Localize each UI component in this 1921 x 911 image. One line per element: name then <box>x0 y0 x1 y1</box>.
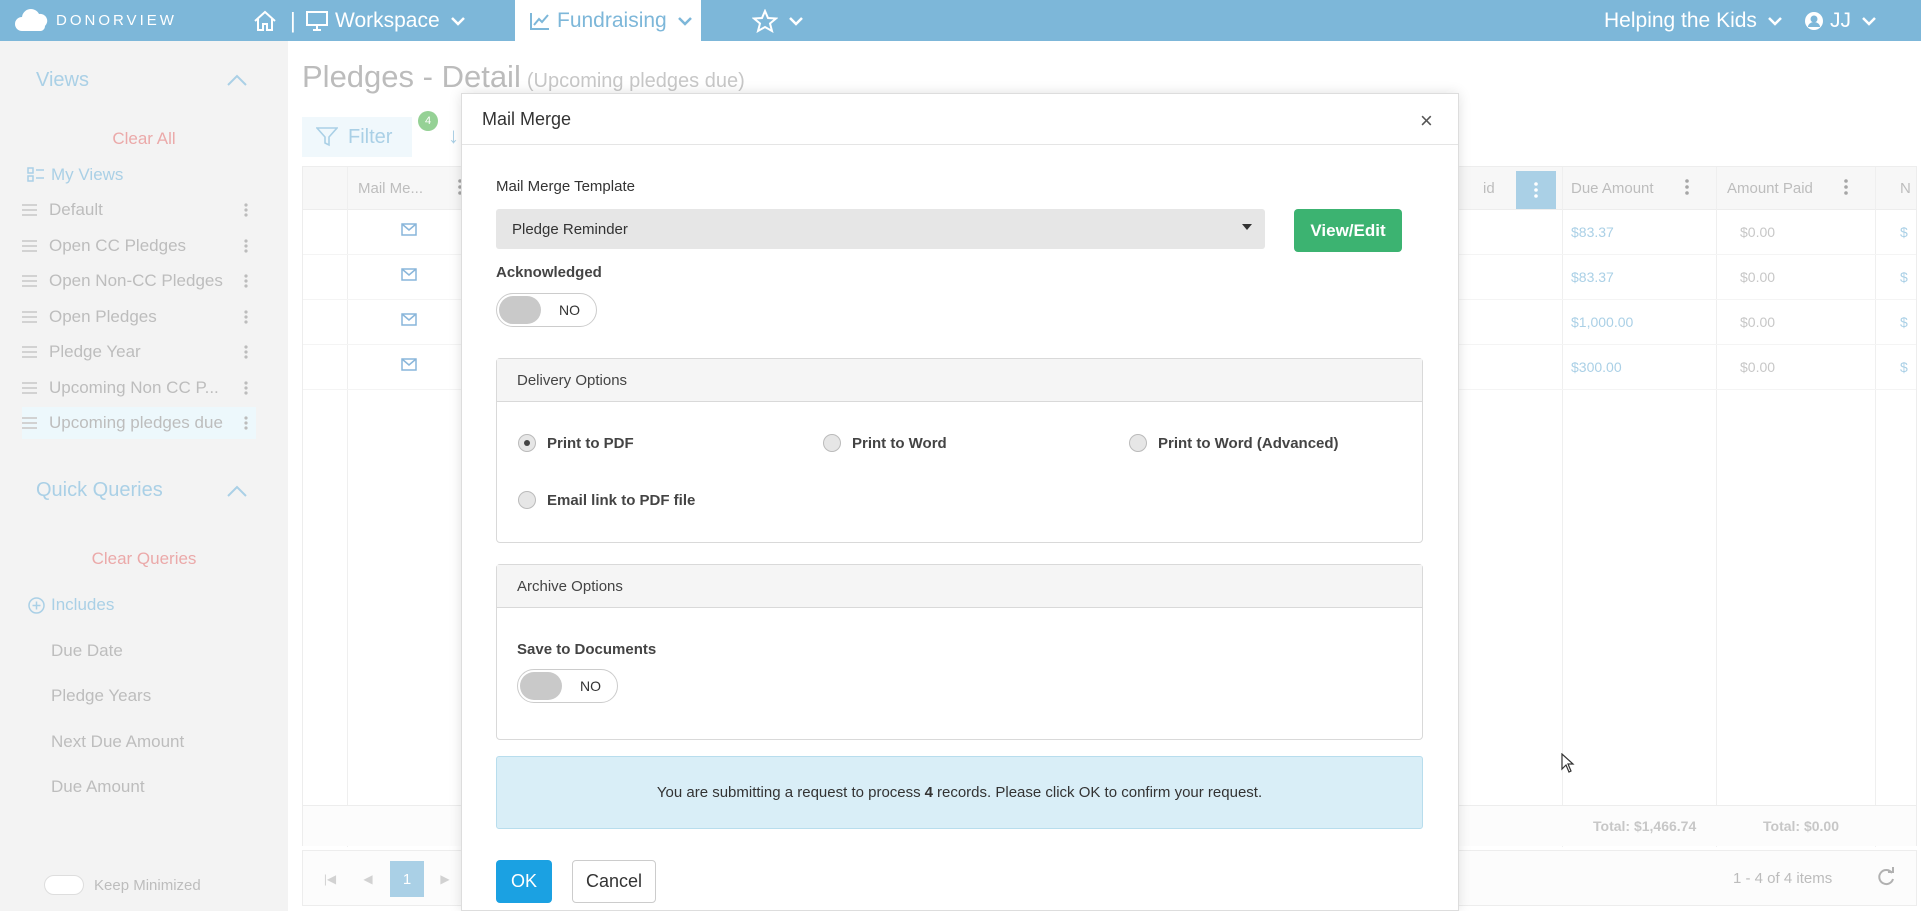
chart-line-icon <box>530 12 549 30</box>
ok-button[interactable]: OK <box>496 860 552 903</box>
save-documents-toggle[interactable]: NO <box>517 669 618 703</box>
home-icon[interactable] <box>252 0 278 41</box>
chevron-down-icon <box>1768 16 1782 26</box>
radio-icon <box>823 434 841 452</box>
save-documents-label: Save to Documents <box>517 641 657 658</box>
monitor-icon <box>306 10 328 31</box>
save-documents-value: NO <box>580 678 601 694</box>
mail-merge-dialog: Mail Merge × Mail Merge Template Pledge … <box>461 93 1459 911</box>
workspace-label: Workspace <box>335 8 440 32</box>
info-record-count: 4 <box>924 784 933 801</box>
close-icon[interactable]: × <box>1420 108 1433 134</box>
fundraising-tab[interactable]: Fundraising <box>515 0 701 41</box>
chevron-down-icon <box>1862 16 1876 26</box>
acknowledged-value: NO <box>559 302 580 318</box>
toggle-knob <box>520 672 562 700</box>
radio-selected-icon <box>518 434 536 452</box>
radio-print-pdf[interactable]: Print to PDF <box>518 434 634 452</box>
template-label: Mail Merge Template <box>496 178 635 195</box>
radio-label: Email link to PDF file <box>547 491 696 509</box>
top-nav: DONORVIEW | Workspace Fundraising Helpin… <box>0 0 1921 41</box>
radio-label: Print to PDF <box>547 434 634 452</box>
logo-cloud-icon <box>15 8 48 31</box>
dialog-header: Mail Merge × <box>462 94 1458 145</box>
acknowledged-toggle[interactable]: NO <box>496 293 597 327</box>
view-edit-button[interactable]: View/Edit <box>1294 209 1402 252</box>
toggle-knob <box>499 296 541 324</box>
radio-email-link[interactable]: Email link to PDF file <box>518 491 695 509</box>
info-text-pre: You are submitting a request to process <box>656 784 921 801</box>
chevron-down-icon <box>677 16 692 26</box>
chevron-down-icon <box>789 16 803 26</box>
logo-text: DONORVIEW <box>56 12 177 29</box>
user-initials: JJ <box>1830 8 1851 32</box>
template-select-value: Pledge Reminder <box>512 220 628 238</box>
delivery-options-heading: Delivery Options <box>497 359 1422 402</box>
organization-menu[interactable]: Helping the Kids <box>1604 0 1783 41</box>
archive-options-heading: Archive Options <box>497 565 1422 608</box>
radio-icon <box>1129 434 1147 452</box>
favorites-menu[interactable] <box>752 0 804 41</box>
user-menu[interactable]: JJ <box>1804 0 1877 41</box>
dialog-title: Mail Merge <box>482 109 572 129</box>
star-icon <box>752 8 778 33</box>
organization-name: Helping the Kids <box>1604 8 1757 32</box>
mouse-cursor-icon <box>1561 753 1575 773</box>
caret-down-icon <box>1242 224 1252 230</box>
radio-print-word[interactable]: Print to Word <box>823 434 947 452</box>
info-text-post: records. Please click OK to confirm your… <box>937 784 1263 801</box>
workspace-menu[interactable]: Workspace <box>305 0 472 41</box>
template-select[interactable]: Pledge Reminder <box>496 209 1265 249</box>
acknowledged-label: Acknowledged <box>496 264 602 281</box>
radio-icon <box>518 491 536 509</box>
chevron-down-icon <box>450 16 465 26</box>
radio-label: Print to Word (Advanced) <box>1158 434 1339 452</box>
radio-label: Print to Word <box>852 434 947 452</box>
radio-print-word-advanced[interactable]: Print to Word (Advanced) <box>1129 434 1339 452</box>
cancel-button[interactable]: Cancel <box>572 860 656 903</box>
user-avatar-icon <box>1805 11 1823 30</box>
confirm-info-box: You are submitting a request to process … <box>496 756 1423 829</box>
fundraising-label: Fundraising <box>557 8 667 32</box>
logo[interactable]: DONORVIEW <box>14 0 177 41</box>
nav-separator: | <box>290 7 296 33</box>
